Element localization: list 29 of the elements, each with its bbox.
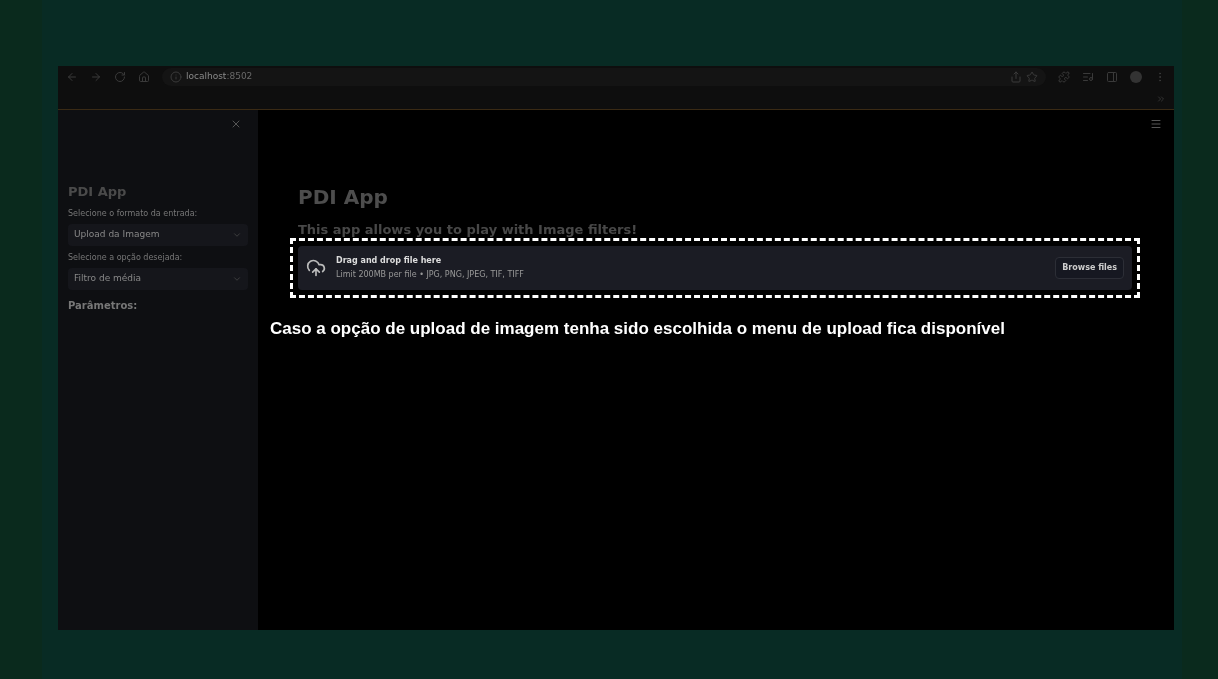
puzzle-icon[interactable] — [1058, 71, 1070, 83]
share-icon[interactable] — [1010, 71, 1022, 83]
info-icon — [170, 71, 182, 83]
back-icon[interactable] — [66, 71, 78, 83]
annotation-caption: Caso a opção de upload de imagem tenha sido escolhida o menu de upload fica disponível — [270, 318, 1006, 340]
field-label: Selecione a opção desejada: — [68, 251, 184, 264]
profile-avatar[interactable] — [1130, 71, 1142, 83]
star-icon[interactable] — [1026, 71, 1038, 83]
reload-icon[interactable] — [114, 71, 126, 83]
page-title: PDI App — [297, 184, 389, 211]
dropzone-heading: Drag and drop file here — [336, 255, 443, 267]
playlist-icon[interactable] — [1082, 71, 1094, 83]
field-label: Selecione o formato da entrada: — [68, 207, 199, 220]
select-field[interactable]: Upload da Imagem — [68, 223, 248, 246]
page-subtitle: This app allows you to play with Image filters! — [297, 222, 639, 238]
browse-files-button[interactable]: Browse files — [1055, 257, 1124, 279]
dropzone-limits: Limit 200MB per file • JPG, PNG, JPEG, TIF, TIFF — [336, 269, 525, 281]
forward-icon[interactable] — [90, 71, 102, 83]
select-field[interactable]: Filtro de média — [68, 267, 248, 290]
sidebar-title: PDI App — [68, 183, 128, 201]
close-icon[interactable] — [230, 118, 242, 130]
menu-icon[interactable] — [1150, 118, 1162, 130]
side-panel-icon[interactable] — [1106, 71, 1118, 83]
address-bar[interactable]: localhost:8502 — [162, 68, 1046, 86]
url-text: localhost:8502 — [186, 70, 253, 84]
cloud-upload-icon — [306, 258, 326, 278]
file-dropzone[interactable]: Drag and drop file here Limit 200MB per file • JPG, PNG, JPEG, TIF, TIFF Browse files — [298, 246, 1132, 290]
section-heading: Parâmetros: — [68, 298, 139, 313]
home-icon[interactable] — [138, 71, 150, 83]
